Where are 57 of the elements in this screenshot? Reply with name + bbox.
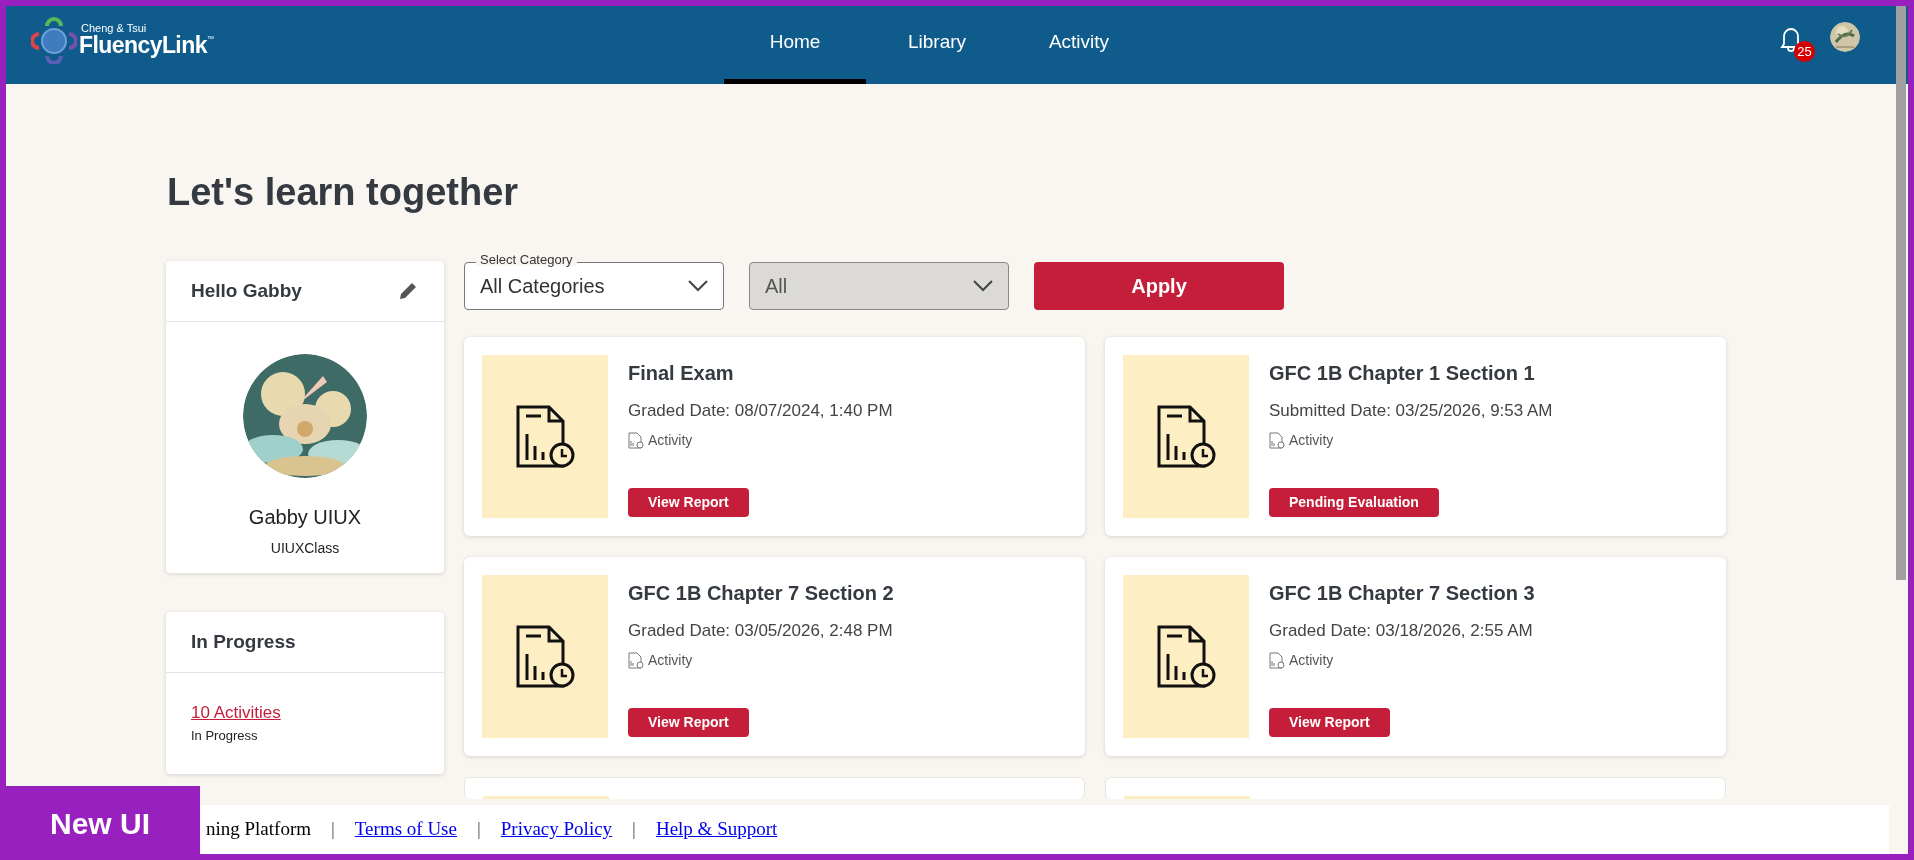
apply-button[interactable]: Apply xyxy=(1034,262,1284,310)
activity-card[interactable]: Final Exam Graded Date: 08/07/2024, 1:40 PM Activity View Report xyxy=(464,337,1085,536)
footer-link[interactable]: Privacy Policy xyxy=(500,815,613,844)
user-name: Gabby UIUX xyxy=(248,505,362,530)
report-icon xyxy=(515,403,575,470)
activity-icon xyxy=(628,431,644,449)
card-button[interactable]: View Report xyxy=(628,707,749,737)
chevron-down-icon xyxy=(688,280,708,292)
nav-tab[interactable]: Library xyxy=(866,6,1008,84)
progress-caption: In Progress xyxy=(191,726,258,745)
card-type: Activity xyxy=(1289,430,1334,450)
edit-icon[interactable] xyxy=(397,280,419,302)
card-title: GFC 1B Chapter 7 Section 2 xyxy=(628,581,894,606)
logo-icon xyxy=(31,16,77,64)
card-button[interactable]: Pending Evaluation xyxy=(1269,487,1439,517)
card-title: In Progress xyxy=(191,629,296,654)
footer-link[interactable]: Help & Support xyxy=(655,815,778,844)
card-type: Activity xyxy=(648,650,693,670)
activity-card[interactable]: GFC 1B Chapter 1 Section 1 Submitted Date: 03/25/2026, 9:53 AM Activity Pending Evaluation xyxy=(1105,337,1726,536)
greeting-title: Hello Gabby xyxy=(191,278,302,303)
page-heading: Let's learn together xyxy=(167,170,519,215)
card-date: Graded Date: 03/05/2026, 2:48 PM xyxy=(628,620,893,642)
card-title: GFC 1B Chapter 1 Section 1 xyxy=(1269,361,1535,386)
card-date: Graded Date: 08/07/2024, 1:40 PM xyxy=(628,400,893,422)
activity-icon xyxy=(628,651,644,669)
dropdown-value: All Categories xyxy=(480,274,605,299)
logo-tagline: Cheng & Tsui xyxy=(81,23,147,34)
card-date: Submitted Date: 03/25/2026, 9:53 AM xyxy=(1269,400,1553,422)
card-button[interactable]: View Report xyxy=(1269,707,1390,737)
class-name: UIUXClass xyxy=(270,539,340,558)
card-title: Final Exam xyxy=(628,361,734,386)
card-type: Activity xyxy=(648,430,693,450)
dropdown-label: Select Category xyxy=(476,253,577,266)
activity-card[interactable]: GFC 1B Chapter 7 Section 3 Graded Date: 03/18/2026, 2:55 AM Activity View Report xyxy=(1105,557,1726,756)
logo-text: FluencyLink xyxy=(79,34,207,57)
report-icon xyxy=(1156,623,1216,690)
chevron-down-icon xyxy=(973,280,993,292)
card-date: Graded Date: 03/18/2026, 2:55 AM xyxy=(1269,620,1533,642)
card-type: Activity xyxy=(1289,650,1334,670)
activity-card[interactable]: GFC 1B Chapter 7 Section 2 Graded Date: 03/05/2026, 2:48 PM Activity View Report xyxy=(464,557,1085,756)
nav-tab[interactable]: Activity xyxy=(1008,6,1150,84)
card-title: GFC 1B Chapter 7 Section 3 xyxy=(1269,581,1535,606)
activities-link[interactable]: 10 Activities xyxy=(191,700,281,726)
report-icon xyxy=(515,623,575,690)
dropdown-value: All xyxy=(765,274,788,299)
card-button[interactable]: View Report xyxy=(628,487,749,517)
footer-separator: | xyxy=(331,817,335,842)
footer-separator: | xyxy=(632,817,636,842)
activity-icon xyxy=(1269,651,1285,669)
activity-icon xyxy=(1269,431,1285,449)
report-icon xyxy=(1156,403,1216,470)
new-ui-badge: New UI xyxy=(6,786,200,854)
footer-text: ning Platform xyxy=(206,817,312,842)
footer-separator: | xyxy=(476,817,481,842)
nav-tab[interactable]: Home xyxy=(724,6,866,84)
scrollbar[interactable] xyxy=(1896,6,1906,580)
footer-link[interactable]: Terms of Use xyxy=(354,815,457,844)
